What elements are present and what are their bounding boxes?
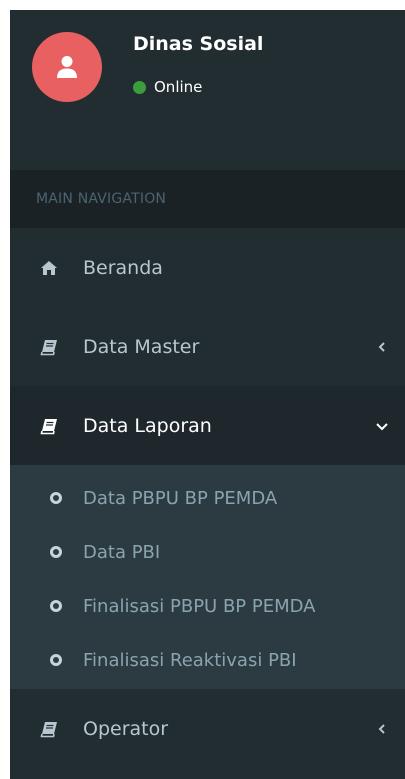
user-status: Online (133, 78, 202, 96)
sidebar-item-label: Data Master (83, 335, 200, 358)
user-panel: Dinas Sosial Online (10, 10, 405, 170)
book-icon (40, 720, 58, 738)
status-label: Online (154, 78, 203, 96)
chevron-left-icon (375, 722, 389, 736)
book-icon (40, 417, 58, 435)
circle-icon (50, 654, 62, 666)
book-icon (40, 338, 58, 356)
sidebar-item-label: Operator (83, 717, 169, 740)
chevron-left-icon (375, 340, 389, 354)
sidebar-item-beranda[interactable]: Beranda (10, 228, 405, 307)
user-icon (57, 56, 77, 78)
circle-icon (50, 546, 62, 558)
user-name: Dinas Sosial (133, 33, 264, 55)
online-status-dot-icon (133, 80, 146, 94)
submenu-item-label: Data PBI (83, 541, 161, 563)
submenu-data-laporan: Data PBPU BP PEMDA Data PBI Finalisasi P… (10, 465, 405, 689)
home-icon (40, 259, 58, 277)
submenu-item-finalisasi-reaktivasi-pbi[interactable]: Finalisasi Reaktivasi PBI (10, 633, 405, 687)
sidebar-item-operator[interactable]: Operator (10, 689, 405, 768)
circle-icon (50, 600, 62, 612)
submenu-item-label: Finalisasi PBPU BP PEMDA (83, 595, 316, 617)
sidebar: Dinas Sosial Online MAIN NAVIGATION Bera… (10, 10, 405, 779)
submenu-item-label: Data PBPU BP PEMDA (83, 487, 278, 509)
nav-section-header: MAIN NAVIGATION (10, 170, 405, 228)
circle-icon (50, 492, 62, 504)
sidebar-item-data-master[interactable]: Data Master (10, 307, 405, 386)
chevron-down-icon (375, 419, 389, 433)
avatar[interactable] (32, 32, 102, 102)
submenu-item-data-pbi[interactable]: Data PBI (10, 525, 405, 579)
submenu-item-data-pbpu-bp-pemda[interactable]: Data PBPU BP PEMDA (10, 471, 405, 525)
submenu-item-label: Finalisasi Reaktivasi PBI (83, 649, 297, 671)
sidebar-item-label: Beranda (83, 256, 163, 279)
sidebar-item-label: Data Laporan (83, 414, 212, 437)
sidebar-item-data-laporan[interactable]: Data Laporan (10, 386, 405, 465)
submenu-item-finalisasi-pbpu-bp-pemda[interactable]: Finalisasi PBPU BP PEMDA (10, 579, 405, 633)
